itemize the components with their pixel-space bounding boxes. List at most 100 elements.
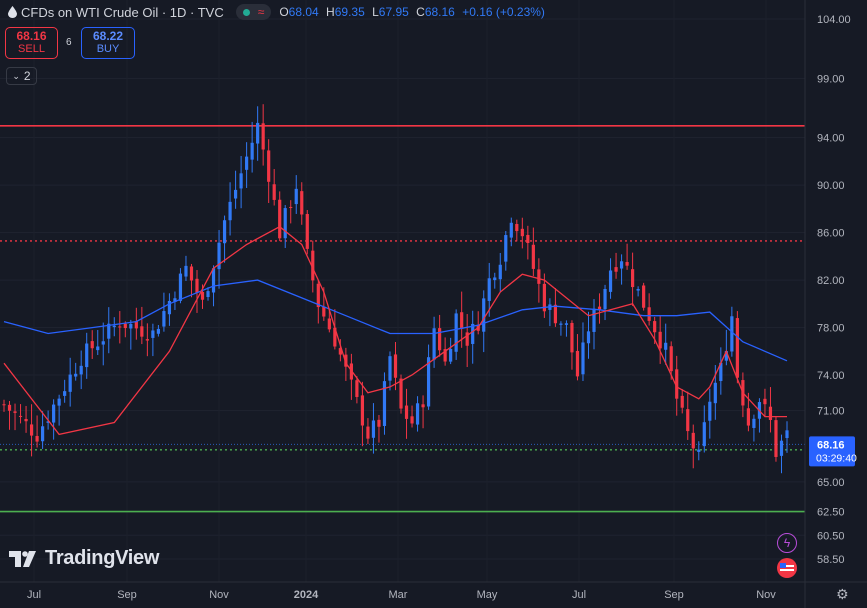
buy-button[interactable]: 68.22 BUY: [81, 27, 135, 59]
candle-body: [327, 318, 331, 330]
low-value: 67.95: [378, 5, 409, 19]
candle-body: [123, 323, 127, 329]
candle-body: [40, 426, 45, 442]
candle-body: [355, 380, 359, 397]
x-tick-label: Nov: [756, 589, 776, 601]
candle-body: [614, 267, 618, 272]
indicators-toggle-button[interactable]: ⌄ 2: [6, 67, 37, 85]
candle-body: [735, 318, 739, 378]
candle-body: [498, 264, 502, 280]
chart-header: CFDs on WTI Crude Oil · 1D · TVC ≈ O68.0…: [8, 3, 545, 21]
candle-body: [267, 150, 271, 182]
candle-body: [664, 342, 668, 350]
candle-body: [228, 201, 232, 221]
candle-body: [96, 346, 100, 351]
buy-price: 68.22: [92, 29, 124, 43]
x-tick-label: Jul: [27, 589, 41, 601]
tradingview-logo[interactable]: TradingView: [9, 547, 159, 570]
candle-body: [18, 415, 23, 417]
candle-body: [553, 304, 558, 324]
y-tick-label: 58.50: [817, 554, 845, 566]
price-chart[interactable]: 104.00 99.00 94.00 90.00 86.00 82.00 78.00 74.0…: [0, 0, 867, 608]
candle-body: [245, 156, 249, 170]
candle-body: [289, 206, 293, 208]
buy-label: BUY: [96, 43, 120, 55]
candle-body: [785, 430, 789, 439]
y-tick-label: 90.00: [817, 180, 845, 192]
us-flag-icon[interactable]: [777, 558, 797, 578]
wave-icon: ≈: [257, 5, 265, 19]
candle-body: [7, 404, 12, 411]
candle-body: [399, 378, 403, 409]
candle-body: [200, 291, 205, 300]
flash-icon[interactable]: ϟ: [777, 533, 797, 553]
y-tick-label: 104.00: [817, 14, 851, 26]
candle-body: [768, 406, 773, 420]
candle-body: [112, 325, 116, 328]
candle-body: [669, 346, 673, 372]
candle-body: [537, 269, 541, 284]
candle-body: [779, 440, 784, 456]
candle-body: [520, 228, 524, 237]
candle-body: [206, 291, 210, 298]
candle-body: [415, 403, 420, 425]
candle-body: [35, 435, 39, 442]
x-tick-label: Sep: [117, 589, 137, 601]
y-tick-label: 65.00: [817, 477, 845, 489]
candle-body: [774, 420, 778, 457]
candle-body: [592, 308, 596, 332]
candle-body: [570, 322, 574, 353]
candle-body: [631, 269, 635, 288]
candle-body: [85, 343, 89, 368]
status-pill[interactable]: ≈: [235, 4, 272, 20]
sell-button[interactable]: 68.16 SELL: [5, 27, 58, 59]
candle-body: [162, 311, 166, 327]
indicators-count: 2: [23, 69, 31, 83]
last-price-label: 68.1603:29:40: [809, 436, 857, 467]
candle-body: [178, 273, 183, 301]
candle-body: [504, 235, 508, 262]
y-tick-label: 82.00: [817, 275, 845, 287]
candle-body: [752, 418, 756, 428]
candle-body: [250, 142, 254, 160]
candle-body: [708, 401, 712, 421]
sell-label: SELL: [18, 43, 45, 55]
candle-body: [211, 268, 216, 293]
candle-body: [24, 418, 28, 422]
candle-body: [63, 391, 67, 396]
candle-body: [421, 404, 425, 408]
candle-body: [371, 420, 376, 438]
candle-body: [261, 123, 265, 150]
x-tick-label: May: [477, 589, 498, 601]
candle-body: [151, 330, 155, 338]
settings-icon[interactable]: ⚙: [836, 586, 849, 603]
candle-body: [647, 307, 651, 321]
candle-body: [195, 278, 199, 293]
candle-body: [294, 188, 298, 205]
x-tick-label: Jul: [572, 589, 586, 601]
candle-body: [636, 289, 640, 291]
y-tick-label: 78.00: [817, 323, 845, 335]
bar-countdown: 03:29:40: [816, 452, 857, 464]
candle-body: [713, 382, 717, 404]
candle-body: [305, 214, 309, 249]
candle-body: [509, 222, 513, 238]
y-tick-label: 86.00: [817, 228, 845, 240]
y-tick-label: 62.50: [817, 507, 845, 519]
open-value: 68.04: [288, 5, 319, 19]
candle-body: [625, 262, 629, 266]
candle-body: [79, 365, 83, 375]
market-open-dot-icon: [242, 8, 250, 16]
symbol-title[interactable]: CFDs on WTI Crude Oil · 1D · TVC: [21, 5, 224, 20]
candle-body: [29, 424, 34, 436]
candle-body: [619, 261, 624, 269]
candle-body: [680, 395, 684, 408]
candle-body: [564, 323, 569, 325]
candle-body: [68, 374, 72, 392]
candle-body: [222, 220, 227, 244]
candle-body: [730, 316, 734, 352]
candle-body: [487, 278, 491, 301]
x-tick-label: 2024: [294, 589, 319, 601]
candle-body: [460, 312, 464, 329]
candle-body: [145, 339, 149, 341]
